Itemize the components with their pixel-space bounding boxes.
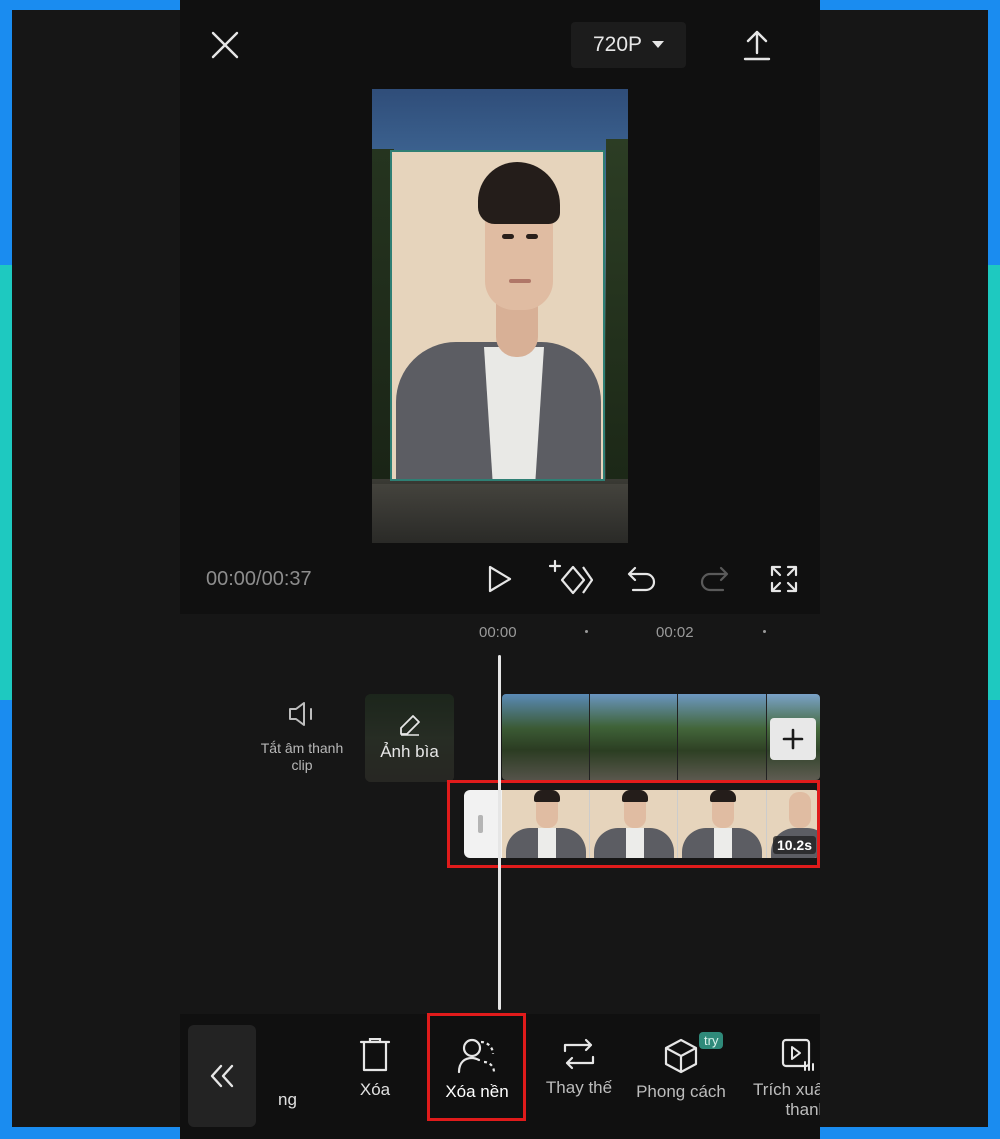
- export-button[interactable]: [732, 22, 782, 68]
- style-tool-label: Phong cách: [636, 1082, 726, 1101]
- frame-right-top: [988, 0, 1000, 265]
- overlay-clip-highlight: [447, 780, 820, 868]
- delete-tool-label: Xóa: [359, 1080, 391, 1099]
- playhead[interactable]: [498, 655, 501, 1010]
- frame-left-mid: [0, 265, 12, 700]
- resolution-selector[interactable]: 720P: [571, 22, 686, 68]
- close-icon: [211, 31, 239, 59]
- mute-clip-button[interactable]: Tắt âm thanh clip: [250, 700, 354, 786]
- close-button[interactable]: [200, 22, 250, 68]
- portrait-mouth: [509, 279, 531, 283]
- mute-clip-label: Tắt âm thanh clip: [260, 740, 344, 773]
- try-badge: try: [699, 1032, 724, 1049]
- plus-icon: [782, 728, 804, 750]
- resolution-value: 720P: [592, 33, 643, 56]
- video-frame-thumb: [502, 694, 591, 780]
- replace-tool-button[interactable]: Thay thế: [531, 1020, 627, 1120]
- background-trees-right: [606, 139, 628, 479]
- ruler-tick-0: 00:00: [479, 624, 517, 641]
- frame-left-bottom: [0, 700, 12, 1139]
- timecode: 00:00/00:37: [206, 568, 312, 590]
- replace-swap-icon: [563, 1038, 595, 1070]
- remove-background-highlight: [427, 1013, 526, 1121]
- redo-button[interactable]: [690, 558, 738, 600]
- video-editor-app: 720P 00:00/00:37 00:00 00:02 Tắt âm than…: [180, 0, 820, 1139]
- portrait-eye-left: [502, 234, 514, 239]
- cover-label: Ảnh bìa: [380, 742, 439, 761]
- background-road: [372, 484, 628, 543]
- double-chevron-left-icon: [210, 1064, 234, 1088]
- add-clip-button[interactable]: [770, 718, 816, 760]
- caret-down-icon: [652, 41, 665, 48]
- extract-audio-tool-button[interactable]: Trích xuất thanh: [740, 1020, 820, 1120]
- keyframe-icon: [549, 559, 593, 595]
- collapse-toolbar-button[interactable]: [188, 1025, 256, 1127]
- frame-right-bottom: [988, 700, 1000, 1139]
- undo-button[interactable]: [618, 558, 666, 600]
- toolbar-partial-label: ng: [278, 1090, 297, 1109]
- portrait-shirt: [484, 347, 544, 479]
- portrait-eye-right: [526, 234, 538, 239]
- cover-button[interactable]: Ảnh bìa: [365, 694, 454, 782]
- play-button[interactable]: [476, 558, 524, 600]
- video-frame-thumb: [678, 694, 767, 780]
- fullscreen-button[interactable]: [760, 558, 808, 600]
- cube-icon: [664, 1038, 698, 1074]
- cover-overlay: [365, 694, 454, 782]
- portrait-hair: [478, 162, 560, 224]
- speaker-mute-icon: [289, 702, 312, 726]
- video-preview[interactable]: [372, 89, 628, 543]
- add-keyframe-button[interactable]: [546, 556, 596, 600]
- ruler-dot: [763, 630, 766, 633]
- redo-icon: [700, 566, 729, 592]
- delete-tool-button[interactable]: Xóa: [327, 1020, 423, 1120]
- trash-icon: [359, 1038, 391, 1072]
- portrait-neck: [496, 302, 538, 357]
- overlay-portrait[interactable]: [390, 150, 605, 481]
- play-icon: [488, 565, 512, 593]
- edit-pencil-icon: [400, 715, 420, 736]
- undo-icon: [627, 566, 656, 592]
- frame-right-mid: [988, 265, 1000, 700]
- extract-audio-icon: [781, 1038, 814, 1071]
- ruler-dot: [585, 630, 588, 633]
- extract-audio-tool-label: Trích xuất thanh: [753, 1080, 820, 1119]
- replace-tool-label: Thay thế: [545, 1078, 613, 1097]
- upload-icon: [743, 30, 771, 61]
- video-frame-thumb: [590, 694, 679, 780]
- ruler-tick-1: 00:02: [656, 624, 694, 641]
- frame-left-top: [0, 0, 12, 265]
- fullscreen-icon: [770, 565, 798, 593]
